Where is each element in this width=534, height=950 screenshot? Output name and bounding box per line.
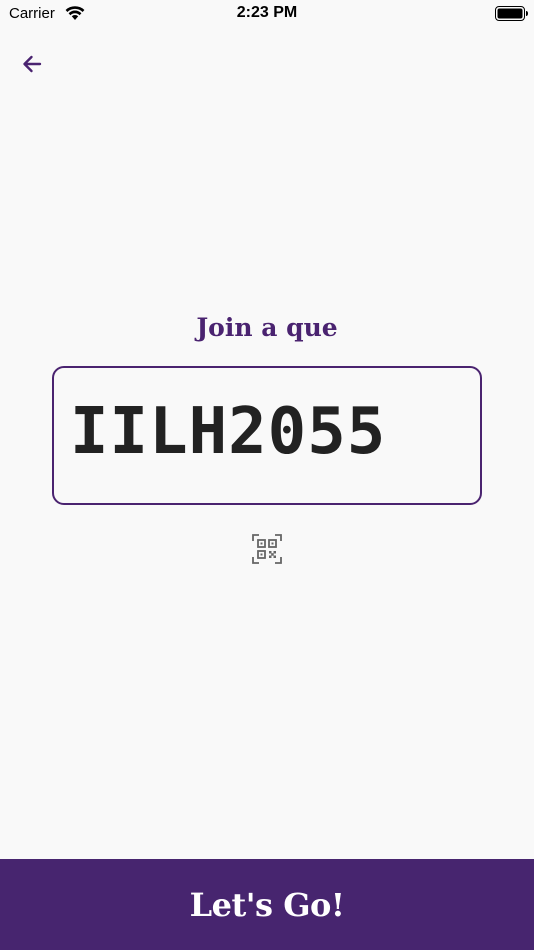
back-button[interactable] [14, 46, 50, 82]
queue-code-input[interactable] [70, 396, 470, 468]
lets-go-button[interactable]: Let's Go! [0, 859, 534, 950]
status-time: 2:23 PM [236, 4, 298, 21]
page-title: Join a que [196, 313, 338, 342]
queue-code-field[interactable] [52, 366, 482, 505]
lets-go-label: Let's Go! [189, 885, 345, 924]
qr-scan-button[interactable] [252, 534, 282, 564]
battery-icon [495, 6, 528, 21]
qr-code-scan-icon [252, 534, 282, 564]
status-bar: Carrier 2:23 PM [0, 0, 534, 28]
arrow-left-icon [23, 55, 42, 73]
